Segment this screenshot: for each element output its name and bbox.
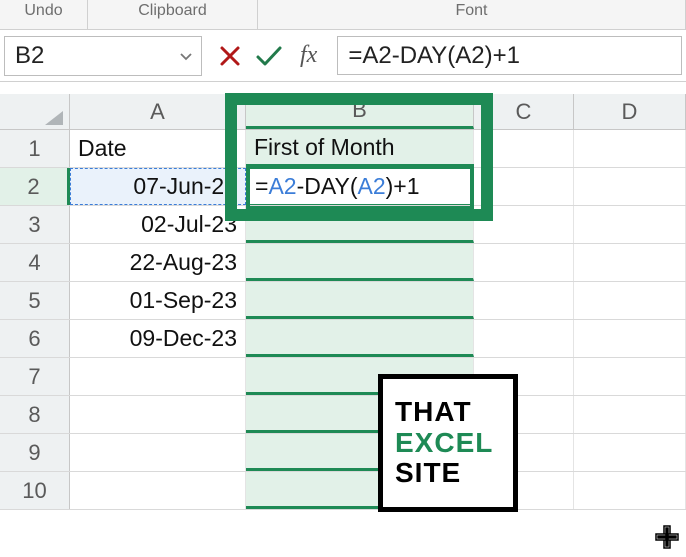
formula-bar-row: B2 fx =A2-DAY(A2)+1 [0, 30, 686, 82]
cell-d3[interactable] [574, 206, 686, 243]
formula-buttons: fx [210, 36, 329, 75]
cell-d4[interactable] [574, 244, 686, 281]
table-row: 8 [0, 396, 686, 434]
cancel-icon[interactable] [216, 42, 244, 70]
select-all-corner[interactable] [0, 94, 70, 129]
cell-c1[interactable] [474, 130, 574, 167]
cell-a5[interactable]: 01-Sep-23 [70, 282, 246, 319]
table-row: 10 [0, 472, 686, 510]
cell-a3[interactable]: 02-Jul-23 [70, 206, 246, 243]
name-box-value: B2 [15, 42, 44, 70]
cell-a1[interactable]: Date [70, 130, 246, 167]
row-header-2[interactable]: 2 [0, 168, 70, 205]
name-box[interactable]: B2 [4, 36, 202, 76]
cell-a9[interactable] [70, 434, 246, 471]
cell-d6[interactable] [574, 320, 686, 357]
cell-a6[interactable]: 09-Dec-23 [70, 320, 246, 357]
cell-c4[interactable] [474, 244, 574, 281]
row-header-9[interactable]: 9 [0, 434, 70, 471]
row-header-7[interactable]: 7 [0, 358, 70, 395]
table-row: 9 [0, 434, 686, 472]
cell-c5[interactable] [474, 282, 574, 319]
cell-a7[interactable] [70, 358, 246, 395]
cell-d5[interactable] [574, 282, 686, 319]
row-header-1[interactable]: 1 [0, 130, 70, 167]
cell-d9[interactable] [574, 434, 686, 471]
column-header-c[interactable]: C [474, 94, 574, 129]
table-row: 1 Date First of Month [0, 130, 686, 168]
ribbon-group-row: Undo Clipboard Font [0, 0, 686, 30]
cell-a10[interactable] [70, 472, 246, 509]
ribbon-group-font: Font [258, 0, 686, 29]
cell-d10[interactable] [574, 472, 686, 509]
cell-b2-editing[interactable]: =A2-DAY(A2)+1 [246, 168, 474, 205]
row-header-10[interactable]: 10 [0, 472, 70, 509]
cell-a8[interactable] [70, 396, 246, 433]
row-header-8[interactable]: 8 [0, 396, 70, 433]
enter-icon[interactable] [254, 42, 284, 70]
watermark-logo: THAT EXCEL SITE [378, 374, 518, 512]
table-row: 3 02-Jul-23 [0, 206, 686, 244]
cell-d1[interactable] [574, 130, 686, 167]
table-row: 7 [0, 358, 686, 396]
cell-cursor-icon [654, 524, 680, 557]
row-header-5[interactable]: 5 [0, 282, 70, 319]
row-header-4[interactable]: 4 [0, 244, 70, 281]
ribbon-group-undo: Undo [0, 0, 88, 29]
cell-d7[interactable] [574, 358, 686, 395]
table-row: 5 01-Sep-23 [0, 282, 686, 320]
cell-b1[interactable]: First of Month [246, 130, 474, 167]
column-header-a[interactable]: A [70, 94, 246, 129]
formula-bar-input[interactable]: =A2-DAY(A2)+1 [337, 36, 682, 75]
row-header-3[interactable]: 3 [0, 206, 70, 243]
logo-line-1: THAT [395, 397, 513, 428]
logo-line-2: EXCEL [395, 428, 513, 459]
formula-bar-text: =A2-DAY(A2)+1 [348, 42, 520, 70]
cell-c6[interactable] [474, 320, 574, 357]
column-header-b[interactable]: B [246, 94, 474, 129]
cell-d2[interactable] [574, 168, 686, 205]
chevron-down-icon[interactable] [179, 49, 193, 63]
cell-b6[interactable] [246, 320, 474, 357]
column-headers: A B C D [0, 94, 686, 130]
cell-b3[interactable] [246, 206, 474, 243]
ribbon-group-clipboard: Clipboard [88, 0, 258, 29]
column-header-d[interactable]: D [574, 94, 686, 129]
cell-b2-formula: =A2-DAY(A2)+1 [255, 173, 420, 200]
cell-a2[interactable]: 07-Jun-23 [70, 168, 246, 205]
grid-body: 1 Date First of Month 2 07-Jun-23 =A2-DA… [0, 130, 686, 510]
cell-c2[interactable] [474, 168, 574, 205]
cell-a4[interactable]: 22-Aug-23 [70, 244, 246, 281]
cell-c3[interactable] [474, 206, 574, 243]
spreadsheet-grid[interactable]: A B C D 1 Date First of Month 2 07-Jun-2… [0, 94, 686, 510]
table-row: 6 09-Dec-23 [0, 320, 686, 358]
row-header-6[interactable]: 6 [0, 320, 70, 357]
cell-b5[interactable] [246, 282, 474, 319]
fx-label[interactable]: fx [294, 42, 323, 69]
cell-b4[interactable] [246, 244, 474, 281]
table-row: 2 07-Jun-23 =A2-DAY(A2)+1 [0, 168, 686, 206]
logo-line-3: SITE [395, 458, 513, 489]
cell-d8[interactable] [574, 396, 686, 433]
table-row: 4 22-Aug-23 [0, 244, 686, 282]
